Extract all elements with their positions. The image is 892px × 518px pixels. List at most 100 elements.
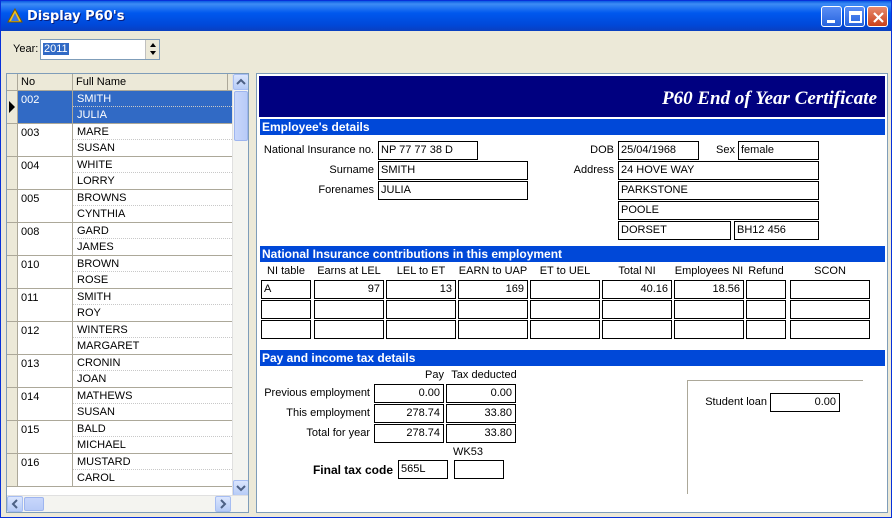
employee-surname[interactable]: CRONIN xyxy=(73,355,234,371)
column-no[interactable]: No xyxy=(18,74,73,91)
ni-cell[interactable]: 40.16 xyxy=(602,280,672,299)
ni-cell[interactable] xyxy=(530,320,600,339)
vertical-scrollbar[interactable] xyxy=(232,74,248,496)
ni-cell[interactable] xyxy=(458,300,528,319)
row-indicator[interactable] xyxy=(7,454,18,486)
this-tax-field[interactable]: 33.80 xyxy=(446,404,516,423)
table-row[interactable]: 002 SMITH JULIA xyxy=(7,91,234,124)
row-indicator[interactable] xyxy=(7,355,18,387)
employee-forename[interactable]: CAROL xyxy=(73,470,234,486)
employee-number[interactable]: 011 xyxy=(18,289,73,321)
surname-field[interactable]: SMITH xyxy=(378,161,528,180)
employee-forename[interactable]: JULIA xyxy=(73,107,234,123)
employee-forename[interactable]: MICHAEL xyxy=(73,437,234,453)
spin-down-button[interactable] xyxy=(146,49,159,58)
employee-forename[interactable]: LORRY xyxy=(73,173,234,189)
ni-cell[interactable] xyxy=(790,300,870,319)
ni-cell[interactable] xyxy=(746,320,786,339)
total-tax-field[interactable]: 33.80 xyxy=(446,424,516,443)
table-row[interactable]: 015 BALD MICHAEL xyxy=(7,421,234,454)
scroll-up-button[interactable] xyxy=(233,74,248,90)
ni-cell[interactable]: 97 xyxy=(314,280,384,299)
employee-surname[interactable]: BROWN xyxy=(73,256,234,272)
table-row[interactable]: 010 BROWN ROSE xyxy=(7,256,234,289)
employee-surname[interactable]: MUSTARD xyxy=(73,454,234,470)
row-indicator[interactable] xyxy=(7,322,18,354)
ni-cell[interactable] xyxy=(261,300,311,319)
table-row[interactable]: 005 BROWNS CYNTHIA xyxy=(7,190,234,223)
table-row[interactable]: 012 WINTERS MARGARET xyxy=(7,322,234,355)
employee-forename[interactable]: MARGARET xyxy=(73,338,234,354)
row-indicator[interactable] xyxy=(7,91,18,123)
horizontal-scroll-thumb[interactable] xyxy=(24,497,44,511)
ni-cell[interactable] xyxy=(602,320,672,339)
table-row[interactable]: 004 WHITE LORRY xyxy=(7,157,234,190)
employee-number[interactable]: 014 xyxy=(18,388,73,420)
sex-field[interactable]: female xyxy=(738,141,819,160)
ni-cell[interactable] xyxy=(458,320,528,339)
address-line2-field[interactable]: PARKSTONE xyxy=(618,181,819,200)
ni-cell[interactable]: 169 xyxy=(458,280,528,299)
employee-grid[interactable]: No Full Name 002 SMITH JULIA 003 MARE SUSAN 00… xyxy=(6,73,249,513)
employee-forename[interactable]: ROSE xyxy=(73,272,234,288)
row-indicator[interactable] xyxy=(7,190,18,222)
year-value[interactable]: 2011 xyxy=(43,43,69,55)
scroll-left-button[interactable] xyxy=(7,496,23,512)
ni-cell[interactable] xyxy=(530,280,600,299)
employee-number[interactable]: 010 xyxy=(18,256,73,288)
row-indicator[interactable] xyxy=(7,124,18,156)
employee-surname[interactable]: GARD xyxy=(73,223,234,239)
spin-up-button[interactable] xyxy=(146,40,159,49)
postcode-field[interactable]: BH12 456 xyxy=(734,221,819,240)
scroll-down-button[interactable] xyxy=(233,480,248,496)
row-indicator[interactable] xyxy=(7,289,18,321)
employee-number[interactable]: 008 xyxy=(18,223,73,255)
student-loan-field[interactable]: 0.00 xyxy=(770,393,840,412)
ni-cell[interactable] xyxy=(746,280,786,299)
employee-number[interactable]: 005 xyxy=(18,190,73,222)
employee-surname[interactable]: WHITE xyxy=(73,157,234,173)
employee-number[interactable]: 002 xyxy=(18,91,73,123)
ni-cell[interactable] xyxy=(674,300,744,319)
table-row[interactable]: 008 GARD JAMES xyxy=(7,223,234,256)
ni-cell[interactable] xyxy=(386,300,456,319)
vertical-scroll-thumb[interactable] xyxy=(234,91,248,141)
year-spinner[interactable] xyxy=(145,40,159,59)
ni-cell[interactable] xyxy=(314,320,384,339)
employee-surname[interactable]: BROWNS xyxy=(73,190,234,206)
employee-forename[interactable]: JAMES xyxy=(73,239,234,255)
employee-surname[interactable]: BALD xyxy=(73,421,234,437)
ni-cell[interactable] xyxy=(261,320,311,339)
table-row[interactable]: 016 MUSTARD CAROL xyxy=(7,454,234,487)
employee-surname[interactable]: SMITH xyxy=(73,289,234,305)
ni-cell[interactable] xyxy=(386,320,456,339)
employee-number[interactable]: 015 xyxy=(18,421,73,453)
employee-number[interactable]: 013 xyxy=(18,355,73,387)
employee-surname[interactable]: MATHEWS xyxy=(73,388,234,404)
employee-surname[interactable]: MARE xyxy=(73,124,234,140)
ni-number-field[interactable]: NP 77 77 38 D xyxy=(378,141,478,160)
ni-cell[interactable] xyxy=(790,320,870,339)
close-button[interactable] xyxy=(867,6,888,27)
ni-cell[interactable] xyxy=(602,300,672,319)
employee-forename[interactable]: CYNTHIA xyxy=(73,206,234,222)
employee-number[interactable]: 016 xyxy=(18,454,73,486)
ni-cell[interactable]: 18.56 xyxy=(674,280,744,299)
year-spin-input[interactable]: 2011 xyxy=(40,39,160,60)
ni-cell[interactable] xyxy=(674,320,744,339)
table-row[interactable]: 003 MARE SUSAN xyxy=(7,124,234,157)
employee-surname[interactable]: WINTERS xyxy=(73,322,234,338)
row-indicator[interactable] xyxy=(7,388,18,420)
ni-cell[interactable]: A xyxy=(261,280,311,299)
ni-cell[interactable] xyxy=(314,300,384,319)
maximize-button[interactable] xyxy=(844,6,865,27)
ni-cell[interactable] xyxy=(790,280,870,299)
title-bar[interactable]: Display P60's xyxy=(1,1,891,31)
table-row[interactable]: 011 SMITH ROY xyxy=(7,289,234,322)
employee-number[interactable]: 004 xyxy=(18,157,73,189)
address-line1-field[interactable]: 24 HOVE WAY xyxy=(618,161,819,180)
row-indicator[interactable] xyxy=(7,223,18,255)
employee-surname[interactable]: SMITH xyxy=(73,91,234,107)
horizontal-scrollbar[interactable] xyxy=(7,495,248,512)
row-indicator[interactable] xyxy=(7,157,18,189)
